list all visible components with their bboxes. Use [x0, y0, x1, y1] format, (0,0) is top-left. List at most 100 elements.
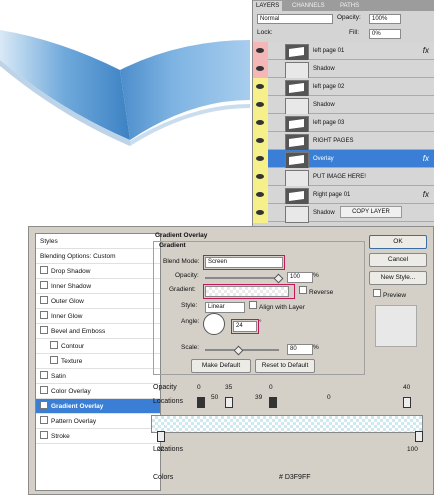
style-select[interactable]: Linear: [205, 302, 245, 313]
tab-channels[interactable]: CHANNELS: [289, 1, 328, 11]
style-checkbox[interactable]: [40, 311, 48, 319]
reset-default-button[interactable]: Reset to Default: [255, 359, 315, 373]
eye-icon: [256, 66, 264, 71]
layer-row[interactable]: left page 01 fx: [253, 42, 434, 61]
layer-row[interactable]: Right page 01 fx: [253, 186, 434, 205]
layer-row[interactable]: left page 02: [253, 78, 434, 97]
style-item[interactable]: Texture: [36, 354, 160, 369]
book-mockup-image: [0, 30, 250, 146]
new-style-button[interactable]: New Style...: [369, 271, 427, 285]
opacity-field[interactable]: 100%: [369, 14, 401, 24]
style-item-label: Color Overlay: [51, 388, 91, 395]
visibility-eye-icon[interactable]: [253, 42, 268, 61]
layer-name: left page 03: [313, 120, 345, 126]
layer-thumbnail: [285, 80, 309, 97]
preview-checkbox[interactable]: Preview: [373, 289, 406, 301]
scale-field[interactable]: 80: [287, 344, 313, 355]
visibility-eye-icon[interactable]: [253, 132, 268, 151]
visibility-eye-icon[interactable]: [253, 78, 268, 97]
style-item-label: Styles: [40, 238, 58, 245]
style-checkbox[interactable]: [40, 386, 48, 394]
align-checkbox[interactable]: Align with Layer: [249, 301, 305, 313]
style-checkbox[interactable]: [50, 356, 58, 364]
visibility-eye-icon[interactable]: [253, 150, 268, 169]
opacity-location-value: 50: [211, 394, 219, 401]
ge-top-locations-label: Locations: [153, 398, 183, 405]
reverse-checkbox[interactable]: Reverse: [299, 286, 333, 298]
eye-icon: [256, 84, 264, 89]
style-item[interactable]: Satin: [36, 369, 160, 384]
style-checkbox[interactable]: [40, 416, 48, 424]
tab-paths[interactable]: PATHS: [337, 1, 362, 11]
blend-mode-select[interactable]: Normal: [257, 14, 333, 24]
style-item[interactable]: Stroke: [36, 429, 160, 444]
visibility-eye-icon[interactable]: [253, 96, 268, 115]
opacity-field[interactable]: 100: [287, 272, 313, 283]
visibility-eye-icon[interactable]: [253, 204, 268, 223]
opacity-stop-value: 0: [269, 384, 273, 391]
layer-row[interactable]: RIGHT PAGES: [253, 132, 434, 151]
visibility-eye-icon[interactable]: [253, 186, 268, 205]
subsection-title: Gradient: [159, 242, 186, 249]
angle-dial[interactable]: [203, 313, 225, 335]
style-item[interactable]: Bevel and Emboss: [36, 324, 160, 339]
style-item[interactable]: Drop Shadow: [36, 264, 160, 279]
fill-field[interactable]: 0%: [369, 29, 401, 39]
style-checkbox[interactable]: [40, 296, 48, 304]
section-title: Gradient Overlay: [155, 232, 208, 239]
layer-row[interactable]: Shadow: [253, 60, 434, 79]
style-item[interactable]: Color Overlay: [36, 384, 160, 399]
style-checkbox[interactable]: [40, 326, 48, 334]
visibility-eye-icon[interactable]: [253, 114, 268, 133]
layer-row[interactable]: Shadow: [253, 96, 434, 115]
style-item[interactable]: Styles: [36, 234, 160, 249]
style-item[interactable]: Outer Glow: [36, 294, 160, 309]
fx-icon[interactable]: fx: [423, 190, 429, 199]
layer-thumbnail: [285, 206, 309, 223]
opacity-slider[interactable]: [205, 277, 279, 279]
layer-row[interactable]: Overlay fx: [253, 150, 434, 169]
color-stop[interactable]: [157, 431, 165, 442]
opacity-stop[interactable]: [403, 397, 411, 408]
eye-icon: [256, 120, 264, 125]
style-checkbox[interactable]: [40, 281, 48, 289]
cancel-button[interactable]: Cancel: [369, 253, 427, 267]
layer-row[interactable]: PUT IMAGE HERE!: [253, 168, 434, 187]
layer-thumbnail: [285, 170, 309, 187]
style-checkbox[interactable]: [40, 266, 48, 274]
style-item[interactable]: Gradient Overlay: [36, 399, 160, 414]
style-item[interactable]: Inner Glow: [36, 309, 160, 324]
style-item[interactable]: Pattern Overlay: [36, 414, 160, 429]
visibility-eye-icon[interactable]: [253, 168, 268, 187]
ok-button[interactable]: OK: [369, 235, 427, 249]
opacity-stop[interactable]: [269, 397, 277, 408]
style-item-label: Drop Shadow: [51, 268, 91, 275]
layer-thumbnail: [285, 116, 309, 133]
style-item-label: Contour: [61, 343, 85, 350]
blend-mode-label: Blend Mode:: [163, 258, 200, 265]
style-checkbox[interactable]: [40, 401, 48, 409]
fx-icon[interactable]: fx: [423, 46, 429, 55]
opacity-stop[interactable]: [225, 397, 233, 408]
lock-label: Lock:: [257, 29, 273, 36]
opacity-stop[interactable]: [197, 397, 205, 408]
eye-icon: [256, 174, 264, 179]
fx-icon[interactable]: fx: [423, 154, 429, 163]
style-item[interactable]: Blending Options: Custom: [36, 249, 160, 264]
tab-layers[interactable]: LAYERS: [253, 1, 283, 11]
color-stops-row: 22 100: [157, 431, 423, 459]
layer-row[interactable]: left page 03: [253, 114, 434, 133]
layer-name: left page 02: [313, 84, 345, 90]
style-item[interactable]: Inner Shadow: [36, 279, 160, 294]
style-item[interactable]: Contour: [36, 339, 160, 354]
eye-icon: [256, 48, 264, 53]
styles-list: Styles Blending Options: Custom Drop Shado…: [35, 233, 161, 491]
style-checkbox[interactable]: [50, 341, 58, 349]
style-checkbox[interactable]: [40, 371, 48, 379]
make-default-button[interactable]: Make Default: [191, 359, 251, 373]
style-checkbox[interactable]: [40, 431, 48, 439]
color-stop[interactable]: [415, 431, 423, 442]
ge-color-value[interactable]: # D3F9FF: [279, 473, 311, 483]
reverse-label: Reverse: [309, 289, 334, 296]
visibility-eye-icon[interactable]: [253, 60, 268, 79]
